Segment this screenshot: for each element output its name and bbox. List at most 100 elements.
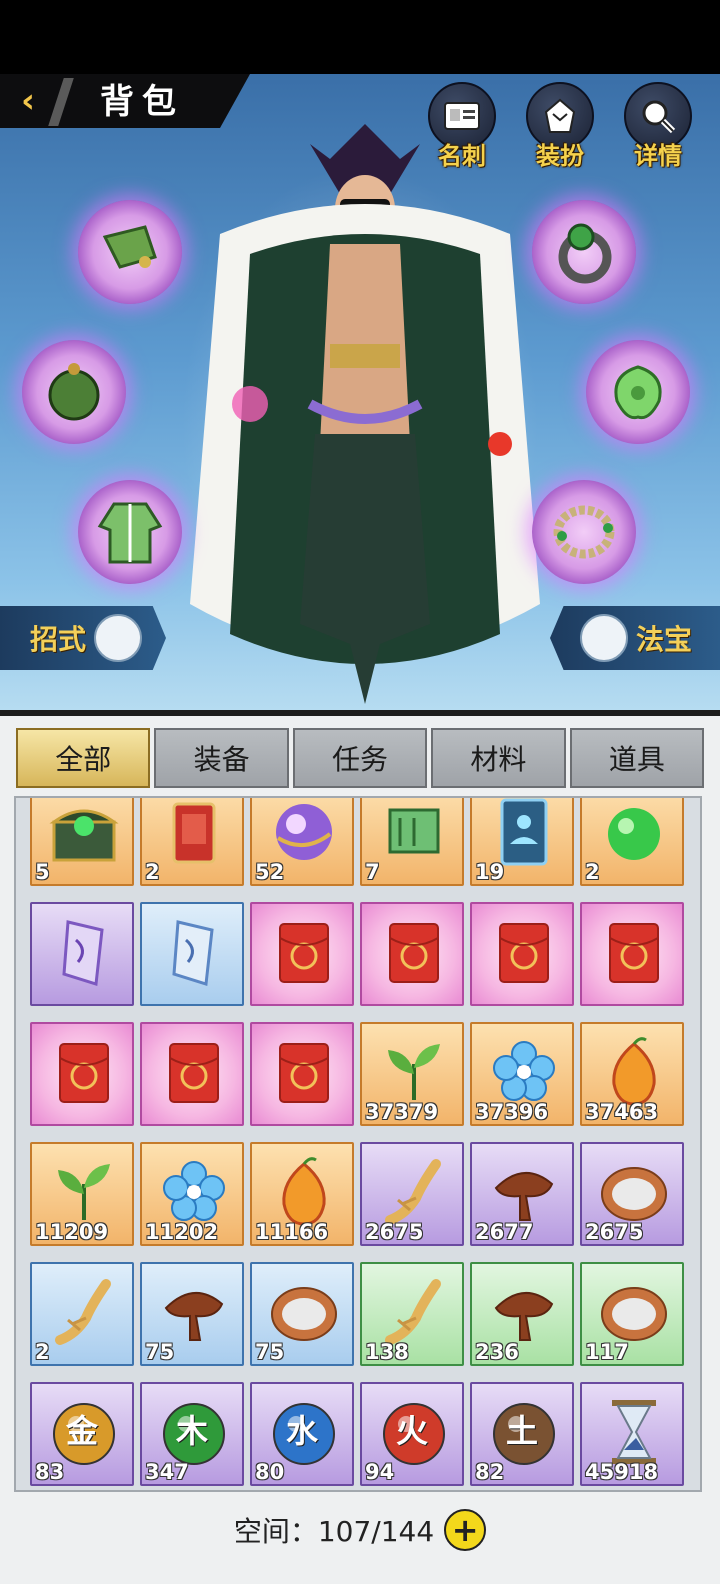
element-glyph: 木 <box>175 1412 208 1450</box>
ice-flower-icon <box>163 1161 225 1221</box>
inventory-slot[interactable]: 236 <box>470 1262 574 1366</box>
inventory-slot[interactable] <box>580 902 684 1006</box>
rice-bowl-icon <box>601 1287 667 1341</box>
element-glyph: 火 <box>395 1412 428 1450</box>
bracelet-icon <box>553 505 615 559</box>
inventory-slot[interactable]: 火 94 <box>360 1382 464 1486</box>
inventory-slot[interactable]: 19 <box>470 798 574 886</box>
lingzhi-icon <box>494 1291 554 1341</box>
item-count: 347 <box>145 1460 189 1484</box>
costume-label: 装扮 <box>536 142 584 170</box>
inventory-slot[interactable]: 37463 <box>580 1022 684 1126</box>
item-count: 7 <box>365 860 380 884</box>
item-count: 117 <box>585 1340 629 1364</box>
expand-capacity-button[interactable]: + <box>444 1509 487 1551</box>
details-button[interactable]: 详情 <box>620 82 696 170</box>
item-count: 11166 <box>255 1220 329 1244</box>
moves-button[interactable]: 招式 <box>0 606 166 670</box>
inventory-slot[interactable] <box>140 902 244 1006</box>
meditation-card-icon <box>500 798 548 866</box>
inventory-slot[interactable] <box>140 1022 244 1126</box>
moves-label: 招式 <box>30 623 87 656</box>
item-count: 75 <box>255 1340 285 1364</box>
back-button[interactable]: ‹ <box>10 80 46 122</box>
element-glyph: 水 <box>285 1412 318 1450</box>
item-count: 94 <box>365 1460 395 1484</box>
item-count: 37463 <box>585 1100 659 1124</box>
inventory-slot[interactable]: 117 <box>580 1262 684 1366</box>
inventory-slot[interactable]: 75 <box>250 1262 354 1366</box>
character-figure <box>190 124 540 704</box>
purple-talisman-icon <box>62 920 104 986</box>
inventory-slot[interactable] <box>470 902 574 1006</box>
equip-slot-robe[interactable] <box>78 480 182 584</box>
inventory-slot[interactable]: 2 <box>140 798 244 886</box>
inventory-slot[interactable]: 7 <box>360 798 464 886</box>
inventory-panel: 5 2 52 7 19 2 37379 37396 37463 11209 11202 11166 26… <box>14 796 702 1492</box>
inventory-slot[interactable]: 45918 <box>580 1382 684 1486</box>
item-count: 138 <box>365 1340 409 1364</box>
inventory-slot[interactable]: 138 <box>360 1262 464 1366</box>
inventory-slot[interactable]: 37396 <box>470 1022 574 1126</box>
ginseng-icon <box>385 1159 441 1225</box>
inventory-slot[interactable]: 木 347 <box>140 1382 244 1486</box>
inventory-slot[interactable]: 2675 <box>360 1142 464 1246</box>
inventory-slot[interactable]: 11209 <box>30 1142 134 1246</box>
item-count: 2 <box>35 1340 50 1364</box>
green-sphere-icon <box>608 808 660 860</box>
tab-items[interactable]: 道具 <box>569 728 705 788</box>
inventory-slot[interactable]: 11202 <box>140 1142 244 1246</box>
red-envelope-icon <box>279 1043 329 1103</box>
tab-materials[interactable]: 材料 <box>431 728 566 788</box>
inventory-slot[interactable]: 37379 <box>360 1022 464 1126</box>
red-envelope-icon <box>609 923 659 983</box>
tab-quest[interactable]: 任务 <box>292 728 428 788</box>
inventory-slot[interactable] <box>30 902 134 1006</box>
equip-slot-pendant[interactable] <box>22 340 126 444</box>
tab-all[interactable]: 全部 <box>16 728 151 788</box>
equip-slot-amulet[interactable] <box>586 340 690 444</box>
inventory-slot[interactable]: 2 <box>30 1262 134 1366</box>
equip-slot-bracelet[interactable] <box>532 480 636 584</box>
inventory-slot[interactable]: 2675 <box>580 1142 684 1246</box>
ginseng-icon <box>55 1279 111 1345</box>
element-glyph: 金 <box>65 1412 98 1450</box>
inventory-slot[interactable]: 52 <box>250 798 354 886</box>
costume-button[interactable]: 装扮 <box>522 82 598 170</box>
inventory-slot[interactable]: 水 80 <box>250 1382 354 1486</box>
red-envelope-icon <box>279 923 329 983</box>
inventory-grid: 5 2 52 7 19 2 37379 37396 37463 11209 11202 11166 26… <box>30 798 684 1486</box>
equip-slot-ring[interactable] <box>532 200 636 304</box>
inventory-slot[interactable]: 5 <box>30 798 134 886</box>
inventory-slot[interactable]: 2677 <box>470 1142 574 1246</box>
element-glyph: 土 <box>505 1412 538 1450</box>
conch-icon <box>580 614 628 662</box>
tab-equipment[interactable]: 装备 <box>154 728 289 788</box>
inventory-slot[interactable] <box>250 1022 354 1126</box>
treasure-label: 法宝 <box>636 623 693 656</box>
item-count: 45918 <box>585 1460 659 1484</box>
item-count: 19 <box>475 860 505 884</box>
tea-leaf-icon <box>58 1164 110 1220</box>
capacity-bar: 空间：107/144 + <box>0 1500 720 1560</box>
inventory-slot[interactable] <box>30 1022 134 1126</box>
item-count: 83 <box>35 1460 65 1484</box>
item-count: 5 <box>35 860 50 884</box>
inventory-slot[interactable]: 11166 <box>250 1142 354 1246</box>
card-button[interactable]: 名刺 <box>424 82 500 170</box>
item-count: 2675 <box>365 1220 424 1244</box>
item-count: 11202 <box>145 1220 219 1244</box>
rice-bowl-icon <box>601 1167 667 1221</box>
item-count: 80 <box>255 1460 285 1484</box>
inventory-slot[interactable]: 金 83 <box>30 1382 134 1486</box>
cosmic-orb-icon <box>276 804 332 860</box>
inventory-slot[interactable] <box>250 902 354 1006</box>
lingzhi-icon <box>494 1171 554 1221</box>
equip-slot-head[interactable] <box>78 200 182 304</box>
inventory-slot[interactable]: 土 82 <box>470 1382 574 1486</box>
inventory-slot[interactable] <box>360 902 464 1006</box>
capacity-label: 空间：107/144 <box>233 1515 435 1548</box>
inventory-slot[interactable]: 2 <box>580 798 684 886</box>
treasure-button[interactable]: 法宝 <box>550 606 720 670</box>
inventory-slot[interactable]: 75 <box>140 1262 244 1366</box>
